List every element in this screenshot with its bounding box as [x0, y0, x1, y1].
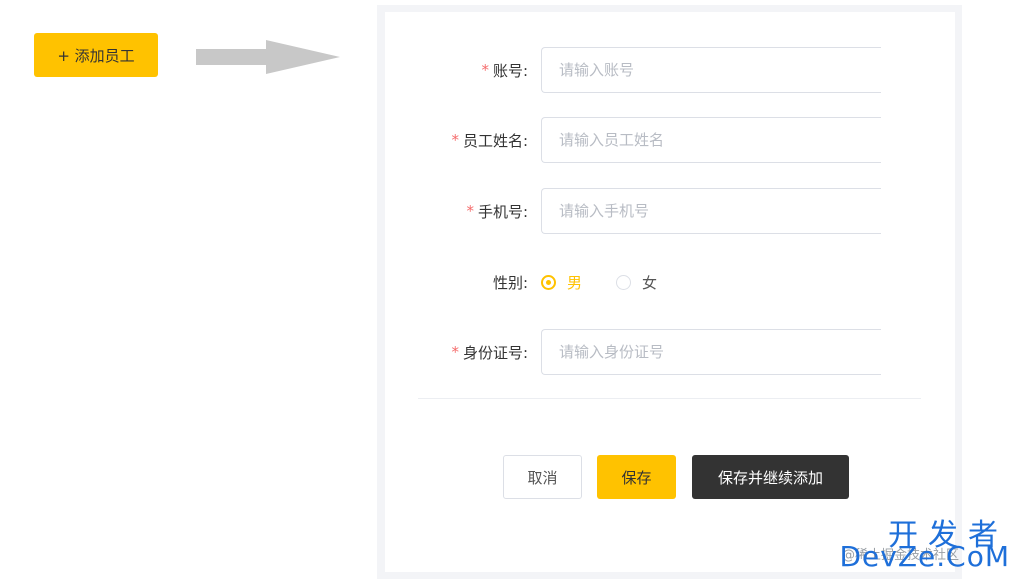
id-number-label: * 身份证号:	[451, 343, 528, 362]
save-and-continue-button[interactable]: 保存并继续添加	[692, 455, 849, 499]
gender-radio-female[interactable]: 女	[616, 272, 657, 293]
gender-radio-group: 男 女	[541, 259, 691, 305]
form-row-id-number: * 身份证号:	[385, 329, 955, 375]
form-divider	[418, 398, 921, 399]
gender-option-label: 男	[567, 273, 583, 292]
save-button[interactable]: 保存	[597, 455, 676, 499]
required-mark: *	[451, 131, 459, 149]
account-label: * 账号:	[481, 61, 528, 80]
add-employee-button[interactable]: + 添加员工	[34, 33, 158, 77]
gender-label: 性别:	[492, 273, 528, 292]
id-number-input[interactable]	[541, 329, 881, 375]
right-arrow-icon	[196, 40, 340, 74]
form-row-name: * 员工姓名:	[385, 117, 955, 163]
form-row-gender: 性别: 男 女	[385, 259, 955, 305]
employee-name-input[interactable]	[541, 117, 881, 163]
phone-input[interactable]	[541, 188, 881, 234]
required-mark: *	[481, 61, 489, 79]
employee-form-panel: * 账号: * 员工姓名: * 手机号: 性别: 男 女	[385, 12, 955, 572]
phone-label: * 手机号:	[466, 202, 528, 221]
watermark: 开发者 @稀土掘金技术社区 DevZe.CoM	[839, 510, 1014, 576]
radio-unchecked-icon	[616, 274, 632, 290]
gender-radio-male[interactable]: 男	[541, 272, 582, 293]
radio-checked-icon	[541, 274, 556, 290]
form-row-account: * 账号:	[385, 47, 955, 93]
required-mark: *	[466, 202, 474, 220]
employee-name-label: * 员工姓名:	[451, 131, 528, 150]
account-input[interactable]	[541, 47, 881, 93]
gender-option-label: 女	[642, 273, 658, 292]
form-row-phone: * 手机号:	[385, 188, 955, 234]
required-mark: *	[451, 343, 459, 361]
cancel-button[interactable]: 取消	[503, 455, 582, 499]
watermark-brand: DevZe.CoM	[839, 540, 1010, 573]
